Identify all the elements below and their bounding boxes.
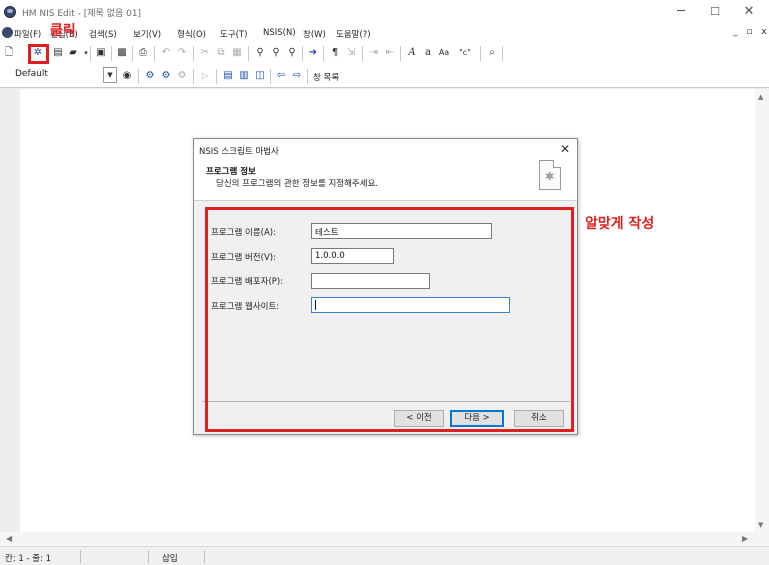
app-icon [4,6,16,18]
menu-tools[interactable]: 도구(T) [220,28,247,40]
horizontal-scrollbar[interactable]: ◀ ▶ [0,532,769,546]
dialog-title: NSIS 스크립트 마법사 [199,147,279,157]
chevron-down-icon[interactable]: ▼ [103,67,117,83]
compile-icon[interactable]: ◉ [120,69,134,83]
outdent-icon[interactable]: ⇤ [383,46,397,60]
menu-view[interactable]: 보기(V) [133,28,161,40]
italic-font-icon[interactable]: A [405,46,419,60]
scroll-down-icon[interactable]: ▼ [758,521,763,529]
cascade-icon[interactable]: ▤ [221,69,235,83]
paste-icon[interactable]: ▦ [230,46,244,60]
cut-icon[interactable]: ✂ [198,46,212,60]
vertical-scrollbar[interactable]: ▲ ▼ [755,89,769,532]
window-list-button[interactable]: 창 목록 [313,71,339,83]
format-icon[interactable]: ⌕ [485,46,499,60]
print-icon[interactable]: ⎙ [136,46,150,60]
scroll-left-icon[interactable]: ◀ [6,534,12,543]
minimize-button[interactable]: ─ [666,2,696,22]
wrap-icon[interactable]: ⇲ [344,46,358,60]
tile-vertical-icon[interactable]: ◫ [253,69,267,83]
maximize-button[interactable]: ☐ [700,2,730,22]
scroll-up-icon[interactable]: ▲ [758,93,763,101]
save-all-icon[interactable]: ▩ [115,46,129,60]
dialog-close-button[interactable]: ✕ [560,142,570,156]
undo-icon[interactable]: ↶ [159,46,173,60]
dialog-subheading: 당신의 프로그램의 관한 정보를 지정해주세요. [216,179,379,189]
menu-format[interactable]: 형식(O) [177,28,206,40]
menu-nsis[interactable]: NSIS(N) [263,28,296,38]
fill-highlight-box [205,207,574,432]
save-icon[interactable]: ▣ [94,46,108,60]
click-highlight-box [28,44,49,64]
menu-file[interactable]: 파일(F) [14,28,41,40]
main-toolbar: 🗋 ✲ ▤ ▰ ▾ ▣ ▩ ⎙ ↶ ↷ ✂ ⧉ ▦ ⚲ ⚲ ⚲ ➜ ¶ ⇲ ⇥ … [0,42,769,64]
case-icon[interactable]: Aa [437,46,451,60]
replace-icon[interactable]: ⚲ [285,46,299,60]
next-window-icon[interactable]: ⇨ [290,69,304,83]
document-icon [2,27,13,38]
close-button[interactable]: ✕ [734,2,764,22]
wizard-page-icon: ✱ [539,160,561,190]
title-bar: HM NIS Edit - [제목 없음 01] ─ ☐ ✕ [0,0,769,24]
scroll-right-icon[interactable]: ▶ [742,534,748,543]
template-icon[interactable]: ▤ [51,46,65,60]
configuration-select[interactable]: Default [13,67,103,83]
window-title: HM NIS Edit - [제목 없음 01] [22,9,142,19]
status-bar: 칸: 1 - 줄: 1 삽입 [0,546,769,565]
tile-horizontal-icon[interactable]: ▥ [237,69,251,83]
compile-stop-icon[interactable]: ⚙ [159,69,173,83]
mdi-controls[interactable]: _ ▫ x [733,27,769,37]
insert-mode: 삽입 [162,554,178,564]
open-folder-icon[interactable]: ▰ [66,46,80,60]
menu-search[interactable]: 검색(S) [89,28,117,40]
paragraph-icon[interactable]: ¶ [328,46,342,60]
secondary-toolbar: Default ▼ ◉ ⚙ ⚙ ⚙ ▷ ▤ ▥ ◫ ⇦ ⇨ 창 목록 [0,64,769,88]
fill-annotation-label: 알맞게 작성 [585,216,655,232]
cursor-position: 칸: 1 - 줄: 1 [5,554,52,564]
goto-icon[interactable]: ➜ [306,46,320,60]
quote-icon[interactable]: "c" [458,46,472,60]
run-icon[interactable]: ⚙ [175,69,189,83]
click-annotation-label: 클릭 [50,23,76,39]
compile-run-icon[interactable]: ⚙ [143,69,157,83]
indent-icon[interactable]: ⇥ [367,46,381,60]
menu-help[interactable]: 도움말(?) [336,28,371,40]
play-icon[interactable]: ▷ [198,69,212,83]
find-icon[interactable]: ⚲ [253,46,267,60]
lowercase-icon[interactable]: a [421,46,435,60]
find-next-icon[interactable]: ⚲ [269,46,283,60]
dialog-header: NSIS 스크립트 마법사 ✕ 프로그램 정보 당신의 프로그램의 관한 정보를… [194,139,577,201]
copy-icon[interactable]: ⧉ [214,46,228,60]
menu-bar: 파일(F) 편집(E) 검색(S) 보기(V) 형식(O) 도구(T) NSIS… [0,24,769,42]
redo-icon[interactable]: ↷ [175,46,189,60]
menu-window[interactable]: 창(W) [303,28,326,40]
new-file-icon[interactable]: 🗋 [2,46,16,60]
dialog-heading: 프로그램 정보 [206,167,256,177]
previous-window-icon[interactable]: ⇦ [274,69,288,83]
